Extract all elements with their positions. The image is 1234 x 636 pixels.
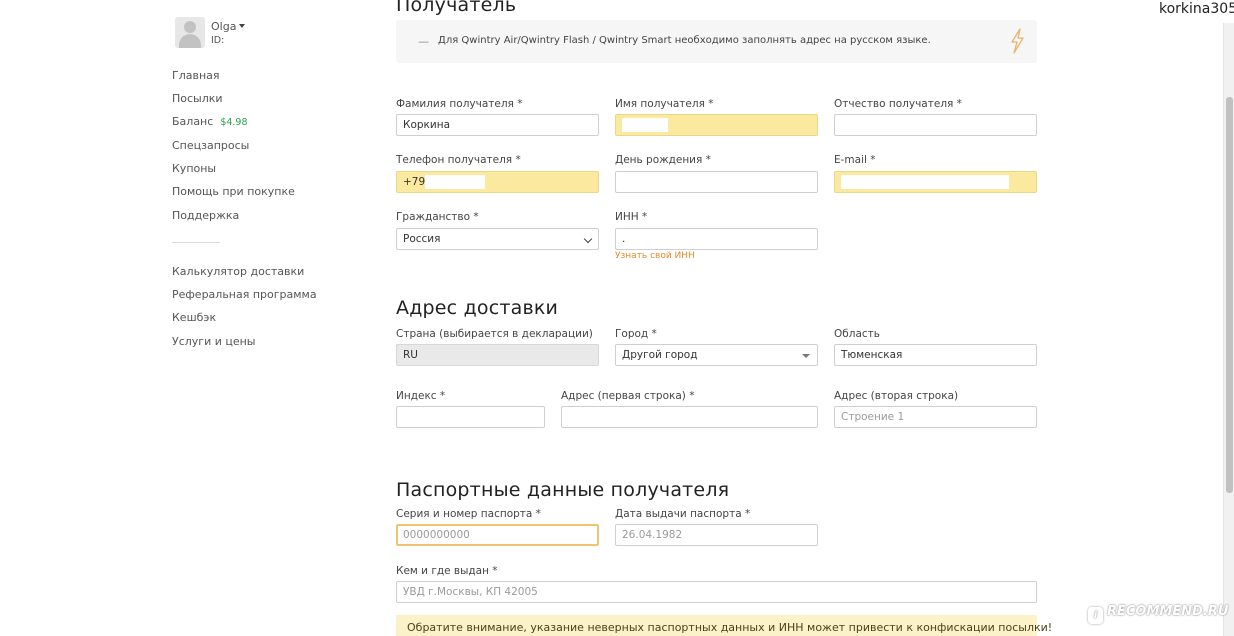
nav-item-purchase-help[interactable]: Помощь при покупке: [172, 185, 295, 198]
chevron-down-icon: [583, 234, 593, 244]
russian-address-note: — Для Qwintry Air/Qwintry Flash / Qwintr…: [396, 20, 1037, 63]
inn-label: ИНН *: [615, 211, 648, 223]
nav-label: Баланс: [172, 115, 214, 128]
city-select[interactable]: Другой город: [615, 344, 818, 366]
user-id: ID:: [211, 35, 225, 46]
country-label: Страна (выбирается в декларации): [396, 328, 593, 340]
balance-badge: $4.98: [220, 117, 248, 128]
recipient-title: Получатель: [396, 0, 517, 16]
firstname-input[interactable]: [615, 114, 818, 136]
address-line1-input[interactable]: [561, 406, 818, 428]
passport-title: Паспортные данные получателя: [396, 479, 730, 501]
redaction: [841, 175, 1009, 189]
address-line2-input[interactable]: Строение 1: [834, 406, 1037, 428]
nav-label: Реферальная программа: [172, 288, 317, 301]
redaction: [622, 118, 668, 132]
triangle-down-icon: [802, 354, 810, 358]
passport-date-placeholder: 26.04.1982: [622, 529, 683, 541]
firstname-label: Имя получателя *: [615, 98, 714, 110]
country-input: RU: [396, 344, 599, 366]
birthday-label: День рождения *: [615, 154, 711, 166]
address-line1-label: Адрес (первая строка) *: [561, 390, 695, 402]
avatar: [175, 17, 205, 48]
city-value: Другой город: [622, 349, 698, 361]
address-title: Адрес доставки: [396, 297, 559, 319]
email-input[interactable]: [834, 171, 1037, 193]
warning-text: Обратите внимание, указание неверных пас…: [407, 621, 1053, 634]
nav-label: Поддержка: [172, 209, 240, 222]
email-label: E-mail *: [834, 154, 876, 166]
phone-input[interactable]: +79: [396, 171, 599, 193]
region-value: Тюменская: [841, 349, 903, 361]
nav-label: Услуги и цены: [172, 335, 256, 348]
passport-date-label: Дата выдачи паспорта *: [615, 508, 751, 520]
inn-value: .: [622, 233, 626, 245]
nav-item-coupons[interactable]: Купоны: [172, 162, 216, 175]
watermark-text: RECOMMEND.RU: [1107, 604, 1229, 619]
lastname-input[interactable]: Коркина: [396, 114, 599, 136]
top-username: korkina305: [1159, 1, 1234, 17]
lastname-label: Фамилия получателя *: [396, 98, 523, 110]
nav-label: Купоны: [172, 162, 217, 175]
nav-item-cashback[interactable]: Кешбэк: [172, 311, 216, 324]
nav-item-balance[interactable]: Баланс $4.98: [172, 115, 248, 128]
passport-date-input[interactable]: 26.04.1982: [615, 524, 818, 546]
middlename-input[interactable]: [834, 114, 1037, 136]
citizenship-label: Гражданство *: [396, 211, 479, 223]
nav-item-support[interactable]: Поддержка: [172, 209, 239, 222]
region-input[interactable]: Тюменская: [834, 344, 1037, 366]
user-name-text: Olga: [211, 20, 237, 33]
zip-input[interactable]: [396, 406, 545, 428]
issued-by-label: Кем и где выдан *: [396, 565, 498, 577]
city-label: Город *: [615, 328, 657, 340]
nav-item-special-requests[interactable]: Спецзапросы: [172, 139, 249, 152]
nav-item-parcels[interactable]: Посылки: [172, 92, 223, 105]
phone-label: Телефон получателя *: [396, 154, 521, 166]
passport-number-input[interactable]: 0000000000: [396, 524, 599, 546]
country-value: RU: [403, 349, 418, 361]
nav-item-home[interactable]: Главная: [172, 69, 220, 82]
nav-label: Калькулятор доставки: [172, 265, 305, 278]
inn-input[interactable]: .: [615, 228, 818, 250]
scrollbar-thumb[interactable]: [1226, 97, 1233, 493]
page-scrollbar[interactable]: [1223, 23, 1234, 636]
caret-down-icon: [239, 24, 246, 28]
nav-label: Кешбэк: [172, 311, 217, 324]
issued-by-input[interactable]: УВД г.Москвы, КП 42005: [396, 581, 1037, 603]
nav-item-services-prices[interactable]: Услуги и цены: [172, 335, 256, 348]
note-text: Для Qwintry Air/Qwintry Flash / Qwintry …: [438, 35, 931, 46]
citizenship-value: Россия: [403, 233, 441, 245]
address-line2-label: Адрес (вторая строка): [834, 390, 959, 402]
passport-number-label: Серия и номер паспорта *: [396, 508, 541, 520]
middlename-label: Отчество получателя *: [834, 98, 962, 110]
lastname-value: Коркина: [403, 119, 451, 131]
lightning-icon: [1011, 28, 1024, 54]
citizenship-select[interactable]: Россия: [396, 228, 599, 250]
note-dash: —: [418, 35, 429, 48]
user-name[interactable]: Olga: [211, 20, 246, 33]
nav-item-delivery-calculator[interactable]: Калькулятор доставки: [172, 265, 304, 278]
sidebar-divider: [172, 242, 220, 243]
issued-by-placeholder: УВД г.Москвы, КП 42005: [403, 586, 538, 598]
address-line2-placeholder: Строение 1: [841, 411, 905, 423]
user-menu[interactable]: Olga ID:: [175, 17, 375, 53]
inn-lookup-link[interactable]: Узнать свой ИНН: [615, 251, 695, 261]
passport-number-placeholder: 0000000000: [403, 529, 470, 541]
birthday-input[interactable]: [615, 171, 818, 193]
nav-label: Главная: [172, 69, 220, 82]
phone-value: +79: [403, 176, 426, 188]
nav-label: Спецзапросы: [172, 139, 250, 152]
nav-label: Помощь при покупке: [172, 185, 295, 198]
region-label: Область: [834, 328, 880, 340]
nav-item-referral[interactable]: Реферальная программа: [172, 288, 317, 301]
zip-label: Индекс *: [396, 390, 446, 402]
recommend-watermark: i RECOMMEND.RU: [1088, 604, 1228, 624]
watermark-logo: i: [1088, 607, 1103, 624]
redaction: [425, 175, 486, 189]
passport-warning: Обратите внимание, указание неверных пас…: [396, 615, 1052, 636]
nav-label: Посылки: [172, 92, 223, 105]
